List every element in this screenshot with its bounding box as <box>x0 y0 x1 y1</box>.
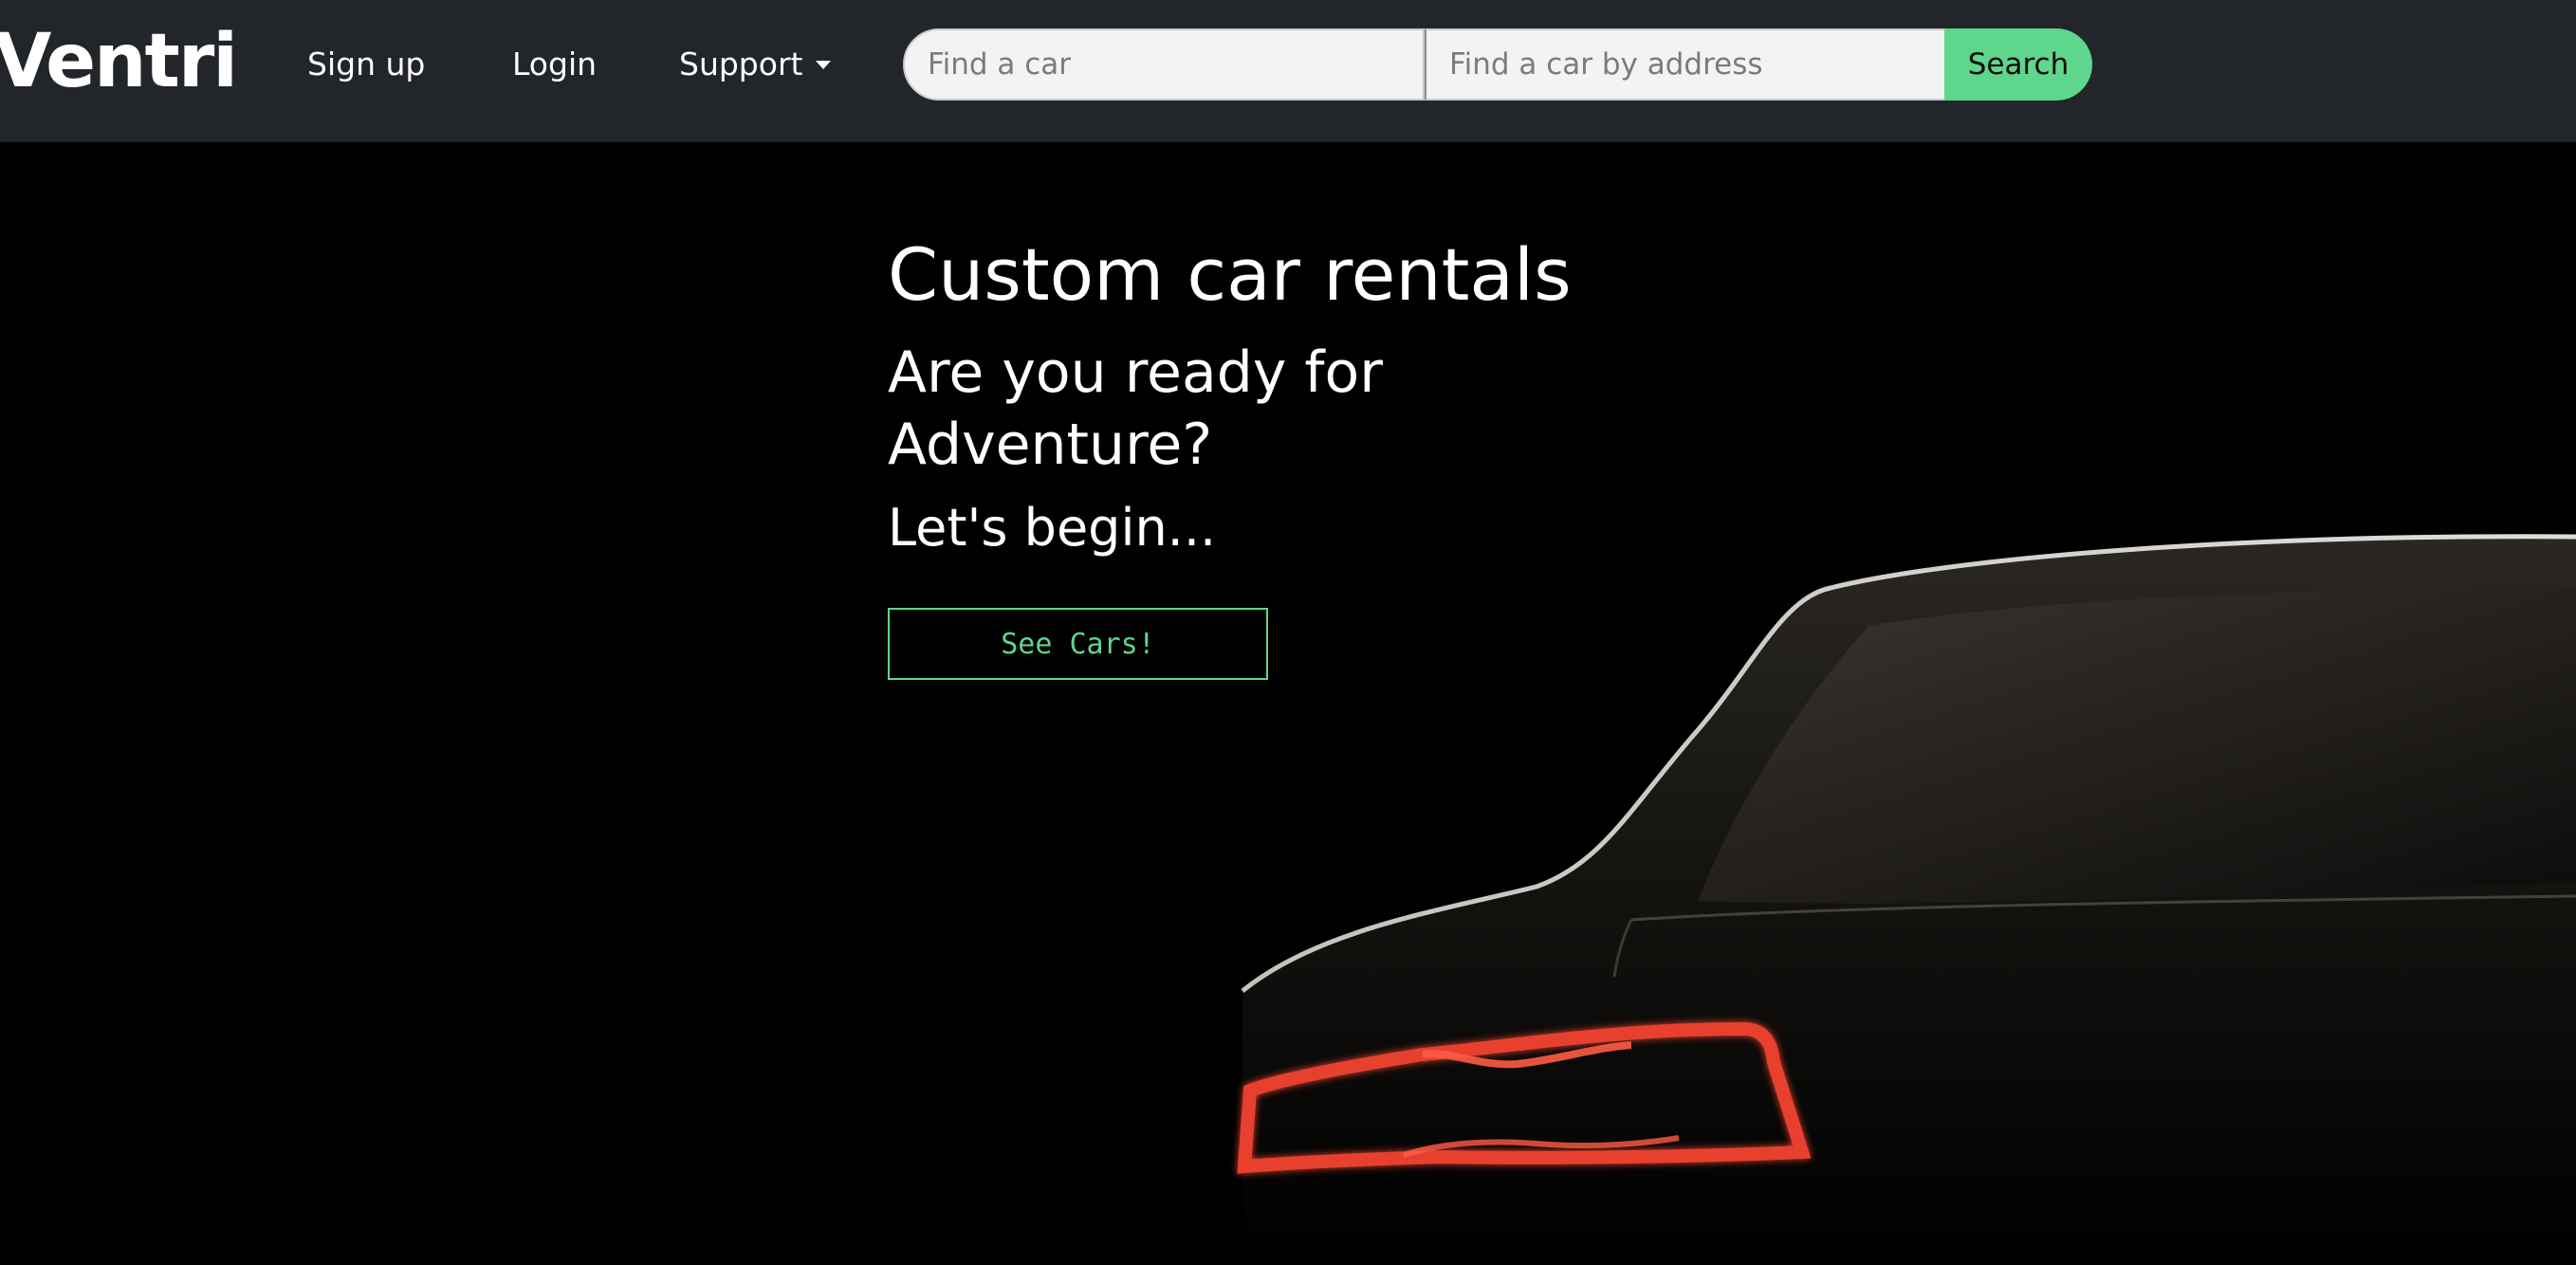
hero-tagline: Let's begin... <box>888 498 1217 558</box>
hero-title: Custom car rentals <box>888 232 1572 317</box>
nav-login-link[interactable]: Login <box>512 42 597 87</box>
nav-signup-link[interactable]: Sign up <box>307 42 425 87</box>
see-cars-button[interactable]: See Cars! <box>888 608 1268 680</box>
hero-subtitle: Are you ready for Adventure? <box>888 339 1383 478</box>
find-car-by-address-input[interactable] <box>1425 28 1946 101</box>
brand-logo[interactable]: Ventri <box>0 6 238 118</box>
caret-down-icon <box>816 61 832 69</box>
search-group: Search <box>903 28 2092 101</box>
find-car-input[interactable] <box>903 28 1425 101</box>
search-button[interactable]: Search <box>1944 28 2092 101</box>
top-navbar: Ventri Sign up Login Support Search <box>0 0 2576 142</box>
nav-support-dropdown[interactable]: Support <box>679 42 832 87</box>
hero-section: Custom car rentals Are you ready for Adv… <box>0 142 2576 1265</box>
nav-support-label: Support <box>679 46 803 82</box>
